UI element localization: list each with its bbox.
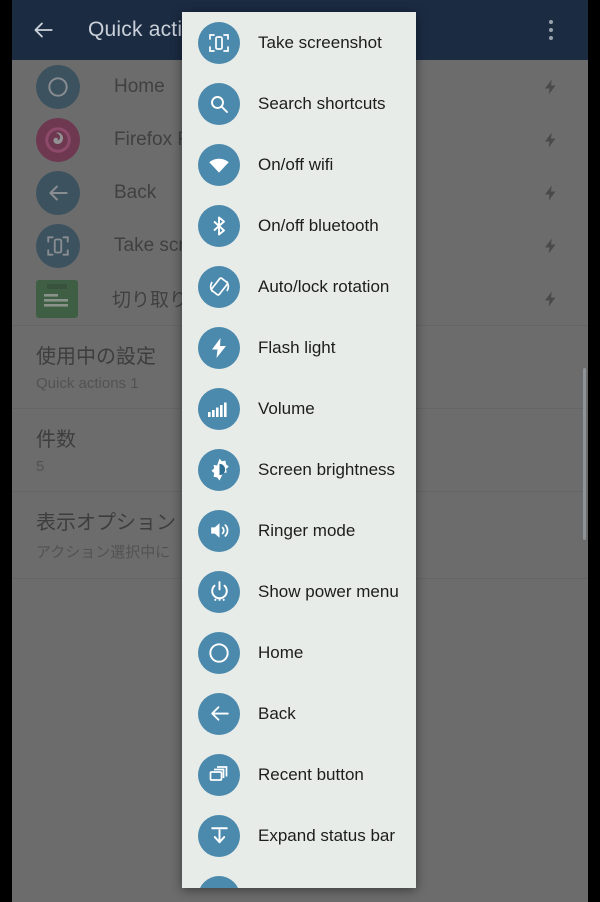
dialog-item-volume[interactable]: Volume bbox=[182, 378, 416, 439]
dialog-item-label: Volume bbox=[258, 398, 315, 418]
dialog-item-auto-lock-rotation[interactable]: Auto/lock rotation bbox=[182, 256, 416, 317]
home-circle-icon bbox=[36, 64, 80, 109]
dialog-item-recent-button[interactable]: Recent button bbox=[182, 744, 416, 805]
dialog-item-label: Expand status bar bbox=[258, 825, 396, 845]
dialog-item-take-screenshot[interactable]: Take screenshot bbox=[182, 12, 416, 73]
flash-icon bbox=[198, 326, 240, 369]
back-arrow-icon bbox=[36, 170, 80, 215]
vertical-scrollbar[interactable] bbox=[583, 368, 586, 540]
dialog-item-label: Search shortcuts bbox=[258, 93, 386, 113]
dialog-item-label: Home bbox=[258, 642, 304, 662]
dialog-item-show-power-menu[interactable]: Show power menu bbox=[182, 561, 416, 622]
dialog-item-label: Ringer mode bbox=[258, 520, 356, 540]
dialog-item-wifi[interactable]: On/off wifi bbox=[182, 134, 416, 195]
dialog-item-label: Take screenshot bbox=[258, 32, 382, 52]
clipboard-green-icon bbox=[36, 279, 78, 318]
wifi-icon bbox=[198, 143, 240, 186]
dialog-item-search-shortcuts[interactable]: Search shortcuts bbox=[182, 73, 416, 134]
recent-button-icon bbox=[198, 753, 240, 796]
dialog-item-home[interactable]: Home bbox=[182, 622, 416, 683]
more-vertical-icon bbox=[549, 36, 553, 40]
dialog-item-label: On/off bluetooth bbox=[258, 215, 379, 235]
home-circle-icon bbox=[198, 631, 240, 674]
dialog-item-label: On/off wifi bbox=[258, 154, 334, 174]
list-item-label: Back bbox=[114, 181, 157, 203]
overflow-menu-button[interactable] bbox=[540, 15, 562, 45]
dialog-item-back[interactable]: Back bbox=[182, 683, 416, 744]
lightning-bolt-icon bbox=[542, 181, 560, 205]
dialog-item-expand-status-bar[interactable]: Expand status bar bbox=[182, 805, 416, 866]
lightning-bolt-icon bbox=[542, 234, 560, 258]
dialog-item-label: Flash light bbox=[258, 337, 336, 357]
bluetooth-icon bbox=[198, 204, 240, 247]
lightning-bolt-icon bbox=[542, 75, 560, 99]
take-screenshot-icon bbox=[198, 21, 240, 64]
dialog-item-screen-brightness[interactable]: Screen brightness bbox=[182, 439, 416, 500]
search-icon bbox=[198, 82, 240, 125]
back-button[interactable] bbox=[26, 13, 60, 47]
expand-status-bar-icon bbox=[198, 814, 240, 857]
more-vertical-icon bbox=[549, 20, 553, 24]
screen-rotation-icon bbox=[198, 265, 240, 308]
dialog-item-ringer-mode[interactable]: Ringer mode bbox=[182, 500, 416, 561]
list-item-label: Home bbox=[114, 75, 165, 97]
ringer-speaker-icon bbox=[198, 509, 240, 552]
power-menu-icon bbox=[198, 570, 240, 613]
dialog-item-label: Recent button bbox=[258, 764, 364, 784]
dialog-item-label: Back bbox=[258, 703, 296, 723]
dialog-item-label: Screen brightness bbox=[258, 459, 396, 479]
more-vertical-icon bbox=[549, 28, 553, 32]
back-arrow-icon bbox=[198, 692, 240, 735]
brightness-icon bbox=[198, 448, 240, 491]
lightning-bolt-icon bbox=[542, 287, 560, 311]
dialog-item-label: Show power menu bbox=[258, 581, 399, 601]
arrow-left-icon bbox=[34, 22, 53, 38]
lightning-bolt-icon bbox=[542, 128, 560, 152]
firefox-focus-icon bbox=[36, 117, 80, 162]
edit-icon bbox=[198, 875, 240, 888]
dialog-item-partial[interactable] bbox=[182, 866, 416, 888]
phone-screenshot: Quick actions Home Firefox Focus Back Ta… bbox=[0, 0, 600, 902]
action-picker-dialog: Take screenshot Search shortcuts On/off … bbox=[182, 12, 416, 888]
dialog-item-bluetooth[interactable]: On/off bluetooth bbox=[182, 195, 416, 256]
dialog-item-flash-light[interactable]: Flash light bbox=[182, 317, 416, 378]
volume-bars-icon bbox=[198, 387, 240, 430]
take-screenshot-icon bbox=[36, 223, 80, 268]
dialog-item-label: Auto/lock rotation bbox=[258, 276, 390, 296]
